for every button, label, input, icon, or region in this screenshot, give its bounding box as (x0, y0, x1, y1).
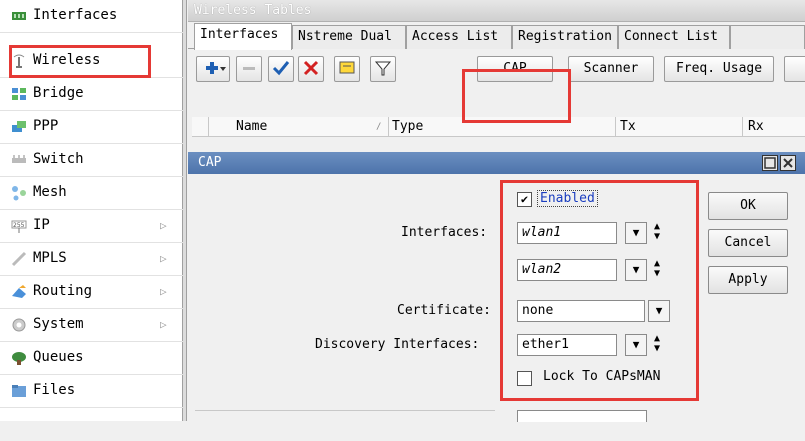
remove-button[interactable] (236, 56, 262, 82)
plus-icon (206, 62, 226, 74)
sidebar-item-label: IP (33, 217, 50, 233)
highlight-box-wireless (9, 45, 151, 78)
sidebar-item-label: Mesh (33, 184, 67, 200)
sidebar-item-partial (0, 408, 183, 441)
sidebar-item-ppp[interactable]: PPP (0, 111, 183, 144)
sidebar-item-label: Files (33, 382, 76, 398)
queues-icon (11, 350, 27, 366)
sidebar-item-label: System (33, 316, 84, 332)
freq-usage-button[interactable]: Freq. Usage (664, 56, 774, 82)
highlight-box-cap (462, 69, 571, 123)
tab-registration[interactable]: Registration (512, 25, 618, 49)
switch-icon (11, 152, 27, 168)
minus-icon (243, 67, 255, 70)
restore-icon (764, 157, 776, 169)
column-name[interactable]: Name (236, 119, 267, 134)
close-icon (783, 158, 793, 168)
tab-bar: Interfaces Nstreme Dual Access List Regi… (188, 22, 805, 50)
routing-icon (11, 284, 27, 300)
cross-icon (303, 60, 319, 76)
submenu-arrow-icon: ▷ (160, 219, 167, 232)
interfaces-icon (11, 8, 27, 24)
svg-text:255: 255 (13, 222, 25, 229)
system-icon (11, 317, 27, 333)
bridge-icon (11, 86, 27, 102)
partial-field (517, 410, 647, 422)
sidebar-item-label: Interfaces (33, 7, 118, 23)
files-icon (11, 383, 27, 399)
filter-icon (374, 61, 392, 76)
cap-dialog-titlebar[interactable]: CAP (188, 152, 805, 174)
ok-button[interactable]: OK (708, 192, 788, 220)
apply-button[interactable]: Apply (708, 266, 788, 294)
disable-button[interactable] (298, 56, 324, 82)
tab-more[interactable] (730, 25, 805, 49)
check-icon (272, 61, 290, 76)
sidebar-item-interfaces[interactable]: Interfaces (0, 0, 183, 33)
cancel-button[interactable]: Cancel (708, 229, 788, 257)
tab-connect-list[interactable]: Connect List (618, 25, 730, 49)
sidebar-item-label: Routing (33, 283, 93, 299)
sidebar-item-label: MPLS (33, 250, 67, 266)
comment-button[interactable] (334, 56, 360, 82)
sidebar-item-queues[interactable]: Queues (0, 342, 183, 375)
certificate-label: Certificate: (397, 303, 491, 318)
comment-icon (339, 61, 355, 74)
sidebar-item-routing[interactable]: Routing ▷ (0, 276, 183, 309)
tab-access-list[interactable]: Access List (406, 25, 512, 49)
sidebar-item-bridge[interactable]: Bridge (0, 78, 183, 111)
enable-button[interactable] (268, 56, 294, 82)
sidebar-item-label: PPP (33, 118, 59, 134)
sort-indicator-icon: / (376, 122, 382, 132)
scanner-button[interactable]: Scanner (568, 56, 654, 82)
submenu-arrow-icon: ▷ (160, 252, 167, 265)
restore-button[interactable] (762, 155, 778, 171)
submenu-arrow-icon: ▷ (160, 285, 167, 298)
sidebar-item-mpls[interactable]: MPLS ▷ (0, 243, 183, 276)
submenu-arrow-icon: ▷ (160, 318, 167, 331)
sidebar-item-ip[interactable]: 255 IP ▷ (0, 210, 183, 243)
tab-interfaces[interactable]: Interfaces (194, 23, 292, 50)
window-titlebar: Wireless Tables (188, 0, 805, 22)
sidebar-item-label: Queues (33, 349, 84, 365)
sidebar-item-mesh[interactable]: Mesh (0, 177, 183, 210)
divider (195, 410, 495, 411)
column-type[interactable]: Type (392, 119, 423, 134)
highlight-box-settings (500, 180, 699, 401)
ip-icon: 255 (11, 218, 27, 234)
sidebar-item-label: Bridge (33, 85, 84, 101)
tab-nstreme-dual[interactable]: Nstreme Dual (292, 25, 406, 49)
ppp-icon (11, 119, 27, 135)
add-button[interactable] (196, 56, 230, 82)
sidebar-item-files[interactable]: Files (0, 375, 183, 408)
sidebar-item-label: Switch (33, 151, 84, 167)
close-button[interactable] (780, 155, 796, 171)
mesh-icon (11, 185, 27, 201)
dialog-title: CAP (198, 155, 222, 170)
sidebar-item-system[interactable]: System ▷ (0, 309, 183, 342)
column-rx[interactable]: Rx (748, 119, 764, 134)
sidebar-item-switch[interactable]: Switch (0, 144, 183, 177)
column-tx[interactable]: Tx (620, 119, 636, 134)
sidebar-splitter[interactable] (183, 0, 187, 421)
discovery-interfaces-label: Discovery Interfaces: (315, 337, 480, 352)
window-title: Wireless Tables (194, 3, 312, 18)
mpls-icon (11, 251, 27, 267)
interfaces-label: Interfaces: (401, 225, 488, 240)
toolbar-more-button[interactable] (784, 56, 805, 82)
filter-button[interactable] (370, 56, 396, 82)
